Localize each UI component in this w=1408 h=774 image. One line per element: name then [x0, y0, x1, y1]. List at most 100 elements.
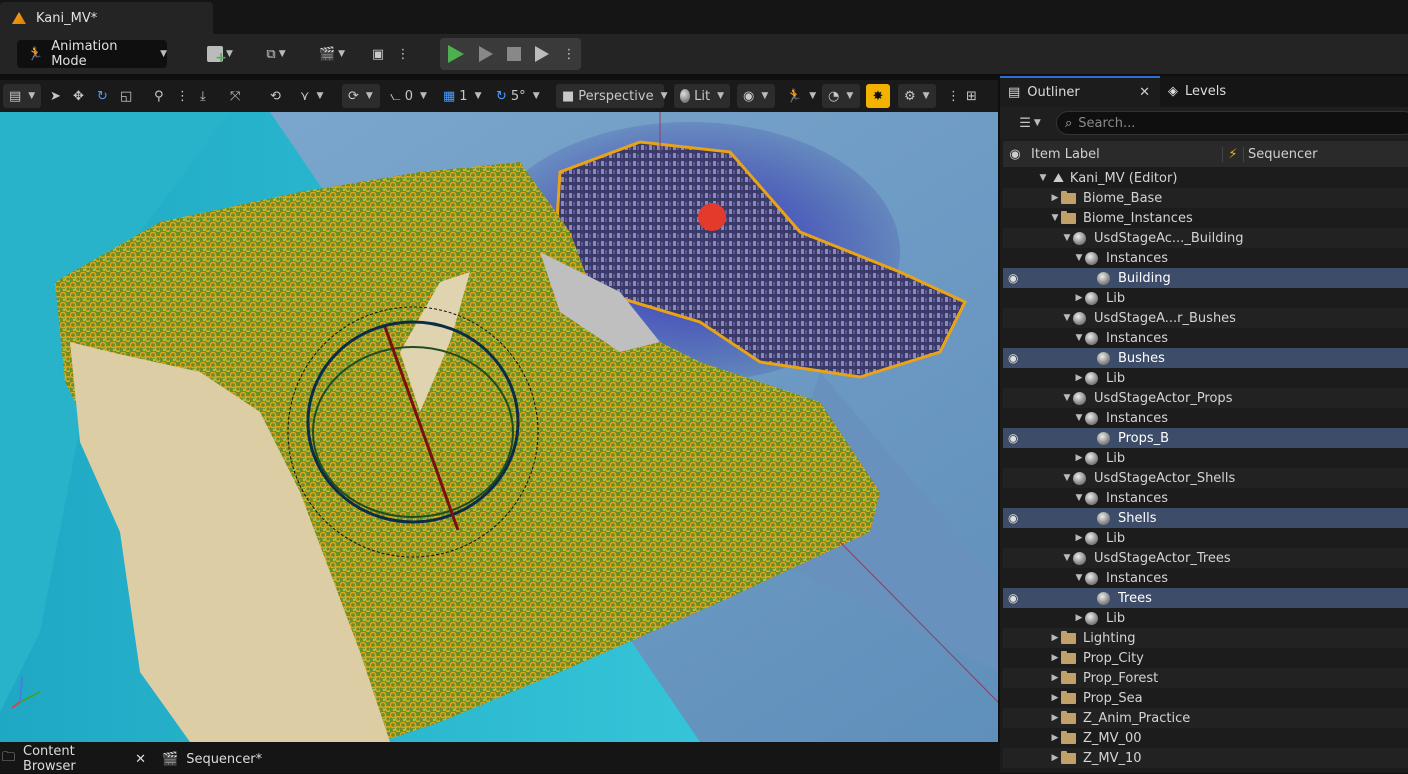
world-local-button[interactable]: ⟲	[270, 84, 281, 108]
toolbar-more-button[interactable]: ⋮	[396, 42, 410, 66]
tab-outliner[interactable]: ▤ Outliner ✕	[1000, 76, 1160, 107]
collapse-arrow-icon[interactable]: ▼	[1049, 213, 1061, 223]
tab-levels[interactable]: ◈ Levels	[1168, 76, 1268, 107]
play-button[interactable]	[444, 42, 468, 66]
tree-row-usd-building[interactable]: ▼ UsdStageAc..._Building	[1003, 228, 1408, 248]
collapse-arrow-icon[interactable]: ▼	[1061, 473, 1073, 483]
expand-arrow-icon[interactable]: ▶	[1049, 673, 1061, 683]
expand-arrow-icon[interactable]: ▶	[1049, 193, 1061, 203]
search-input[interactable]: ⌕ Search...	[1056, 111, 1408, 135]
collapse-arrow-icon[interactable]: ▼	[1073, 493, 1085, 503]
collapse-arrow-icon[interactable]: ▼	[1061, 233, 1073, 243]
transform-more-button[interactable]: ⋮	[176, 84, 189, 108]
tree-row-instances[interactable]: ▼ Instances	[1003, 488, 1408, 508]
tree-row-lib[interactable]: ▶ Lib	[1003, 368, 1408, 388]
collapse-arrow-icon[interactable]: ▼	[1061, 553, 1073, 563]
performance-button[interactable]: ◔ ▼	[822, 84, 860, 108]
tree-row-lib[interactable]: ▶ Lib	[1003, 448, 1408, 468]
perspective-button[interactable]: ■ Perspective ▼	[556, 84, 668, 108]
tree-row-prop-sea[interactable]: ▶ Prop_Sea	[1003, 688, 1408, 708]
rotate-tool-button[interactable]: ↻	[97, 84, 108, 108]
surface-snap-button[interactable]: ⤓	[200, 84, 206, 108]
tree-row-instances[interactable]: ▼ Instances	[1003, 248, 1408, 268]
layout-button[interactable]: ⊞	[966, 84, 977, 108]
tree-row-lib[interactable]: ▶ Lib	[1003, 528, 1408, 548]
viewport-options-button[interactable]: ▤ ▼	[3, 84, 41, 108]
expand-arrow-icon[interactable]: ▶	[1073, 373, 1085, 383]
tree-row-z-anim-practice[interactable]: ▶ Z_Anim_Practice	[1003, 708, 1408, 728]
tree-row-usd-bushes[interactable]: ▼ UsdStageA...r_Bushes	[1003, 308, 1408, 328]
tree-row-lib[interactable]: ▶ Lib	[1003, 288, 1408, 308]
collapse-arrow-icon[interactable]: ▼	[1073, 333, 1085, 343]
tree-row-building[interactable]: ◉ Building	[1003, 268, 1408, 288]
eject-button[interactable]	[530, 42, 554, 66]
tree-row-biome-instances[interactable]: ▼ Biome_Instances	[1003, 208, 1408, 228]
expand-arrow-icon[interactable]: ▶	[1049, 693, 1061, 703]
close-icon[interactable]: ✕	[135, 752, 146, 767]
tree-row-bushes[interactable]: ◉ Bushes	[1003, 348, 1408, 368]
expand-arrow-icon[interactable]: ▶	[1049, 753, 1061, 763]
translate-tool-button[interactable]: ✥	[73, 84, 84, 108]
tree-row-prop-forest[interactable]: ▶ Prop_Forest	[1003, 668, 1408, 688]
tree-row-z-mv-00[interactable]: ▶ Z_MV_00	[1003, 728, 1408, 748]
packaging-button[interactable]: ▣	[366, 42, 390, 66]
angle-snap-button[interactable]: ⦦ 0 ▼	[390, 84, 427, 108]
tree-row-instances[interactable]: ▼ Instances	[1003, 328, 1408, 348]
close-icon[interactable]: ✕	[1139, 85, 1150, 100]
settings-button[interactable]: ⚙ ▼	[898, 84, 936, 108]
expand-arrow-icon[interactable]: ▶	[1073, 453, 1085, 463]
tree-row-lib[interactable]: ▶ Lib	[1003, 608, 1408, 628]
tree-row-prop-city[interactable]: ▶ Prop_City	[1003, 648, 1408, 668]
tree-row-usd-props[interactable]: ▼ UsdStageActor_Props	[1003, 388, 1408, 408]
cinematics-button[interactable]: 🎬 ▼	[312, 42, 352, 66]
vertex-snap-button[interactable]: ⋎ ▼	[300, 84, 323, 108]
eye-icon[interactable]: ◉	[1008, 271, 1022, 285]
realtime-toggle[interactable]: ✸	[866, 84, 890, 108]
tree-row-trees[interactable]: ◉ Trees	[1003, 588, 1408, 608]
collapse-arrow-icon[interactable]: ▼	[1037, 173, 1049, 183]
expand-arrow-icon[interactable]: ▶	[1049, 653, 1061, 663]
level-tab[interactable]: Kani_MV*	[0, 2, 213, 34]
tree-row-z-mv-10[interactable]: ▶ Z_MV_10	[1003, 748, 1408, 768]
tree-row-instances[interactable]: ▼ Instances	[1003, 408, 1408, 428]
expand-arrow-icon[interactable]: ▶	[1073, 613, 1085, 623]
play-options-button[interactable]: ⋮	[562, 42, 576, 66]
column-sequencer[interactable]: Sequencer	[1243, 146, 1317, 162]
viewport-more-button[interactable]: ⋮	[947, 84, 960, 108]
eye-icon[interactable]: ◉	[1008, 351, 1022, 365]
lit-button[interactable]: Lit ▼	[674, 84, 730, 108]
tree-row-lighting[interactable]: ▶ Lighting	[1003, 628, 1408, 648]
scale-tool-button[interactable]: ◱	[120, 84, 132, 108]
collapse-arrow-icon[interactable]: ▼	[1061, 393, 1073, 403]
tree-row-usd-trees[interactable]: ▼ UsdStageActor_Trees	[1003, 548, 1408, 568]
tree-row-shells[interactable]: ◉ Shells	[1003, 508, 1408, 528]
level-viewport[interactable]	[0, 112, 998, 742]
tree-row-kani-mv[interactable]: ▼ ⛰ Kani_MV (Editor)	[1003, 168, 1408, 188]
rotate-snap-button[interactable]: ↻ 5° ▼	[496, 84, 540, 108]
stop-button[interactable]	[502, 42, 526, 66]
coordinate-space-button[interactable]: ⚲	[154, 84, 164, 108]
game-view-button[interactable]: 🏃 ▼	[786, 84, 816, 108]
eye-icon[interactable]: ◉	[1008, 511, 1022, 525]
collapse-arrow-icon[interactable]: ▼	[1073, 413, 1085, 423]
eye-icon[interactable]: ◉	[1008, 431, 1022, 445]
expand-arrow-icon[interactable]: ▶	[1049, 633, 1061, 643]
tree-row-usd-shells[interactable]: ▼ UsdStageActor_Shells	[1003, 468, 1408, 488]
show-button[interactable]: ◉ ▼	[737, 84, 775, 108]
pivot-button[interactable]: ⤧	[230, 84, 240, 108]
collapse-arrow-icon[interactable]: ▼	[1073, 573, 1085, 583]
step-button[interactable]	[474, 42, 498, 66]
tab-sequencer[interactable]: 🎬 Sequencer*	[162, 746, 272, 772]
expand-arrow-icon[interactable]: ▶	[1073, 533, 1085, 543]
tree-row-biome-base[interactable]: ▶ Biome_Base	[1003, 188, 1408, 208]
collapse-arrow-icon[interactable]: ▼	[1073, 253, 1085, 263]
column-item-label[interactable]: Item Label	[1027, 146, 1223, 162]
tab-content-browser[interactable]: 🗀 Content Browser ✕	[2, 744, 152, 774]
tree-row-instances[interactable]: ▼ Instances	[1003, 568, 1408, 588]
expand-arrow-icon[interactable]: ▶	[1073, 293, 1085, 303]
add-actor-button[interactable]: + ▼	[200, 42, 240, 66]
blueprint-button[interactable]: ⧉ ▼	[256, 42, 296, 66]
mode-dropdown[interactable]: 🏃 Animation Mode ▼	[17, 39, 167, 69]
eye-icon[interactable]: ◉	[1008, 591, 1022, 605]
tree-row-props-b[interactable]: ◉ Props_B	[1003, 428, 1408, 448]
